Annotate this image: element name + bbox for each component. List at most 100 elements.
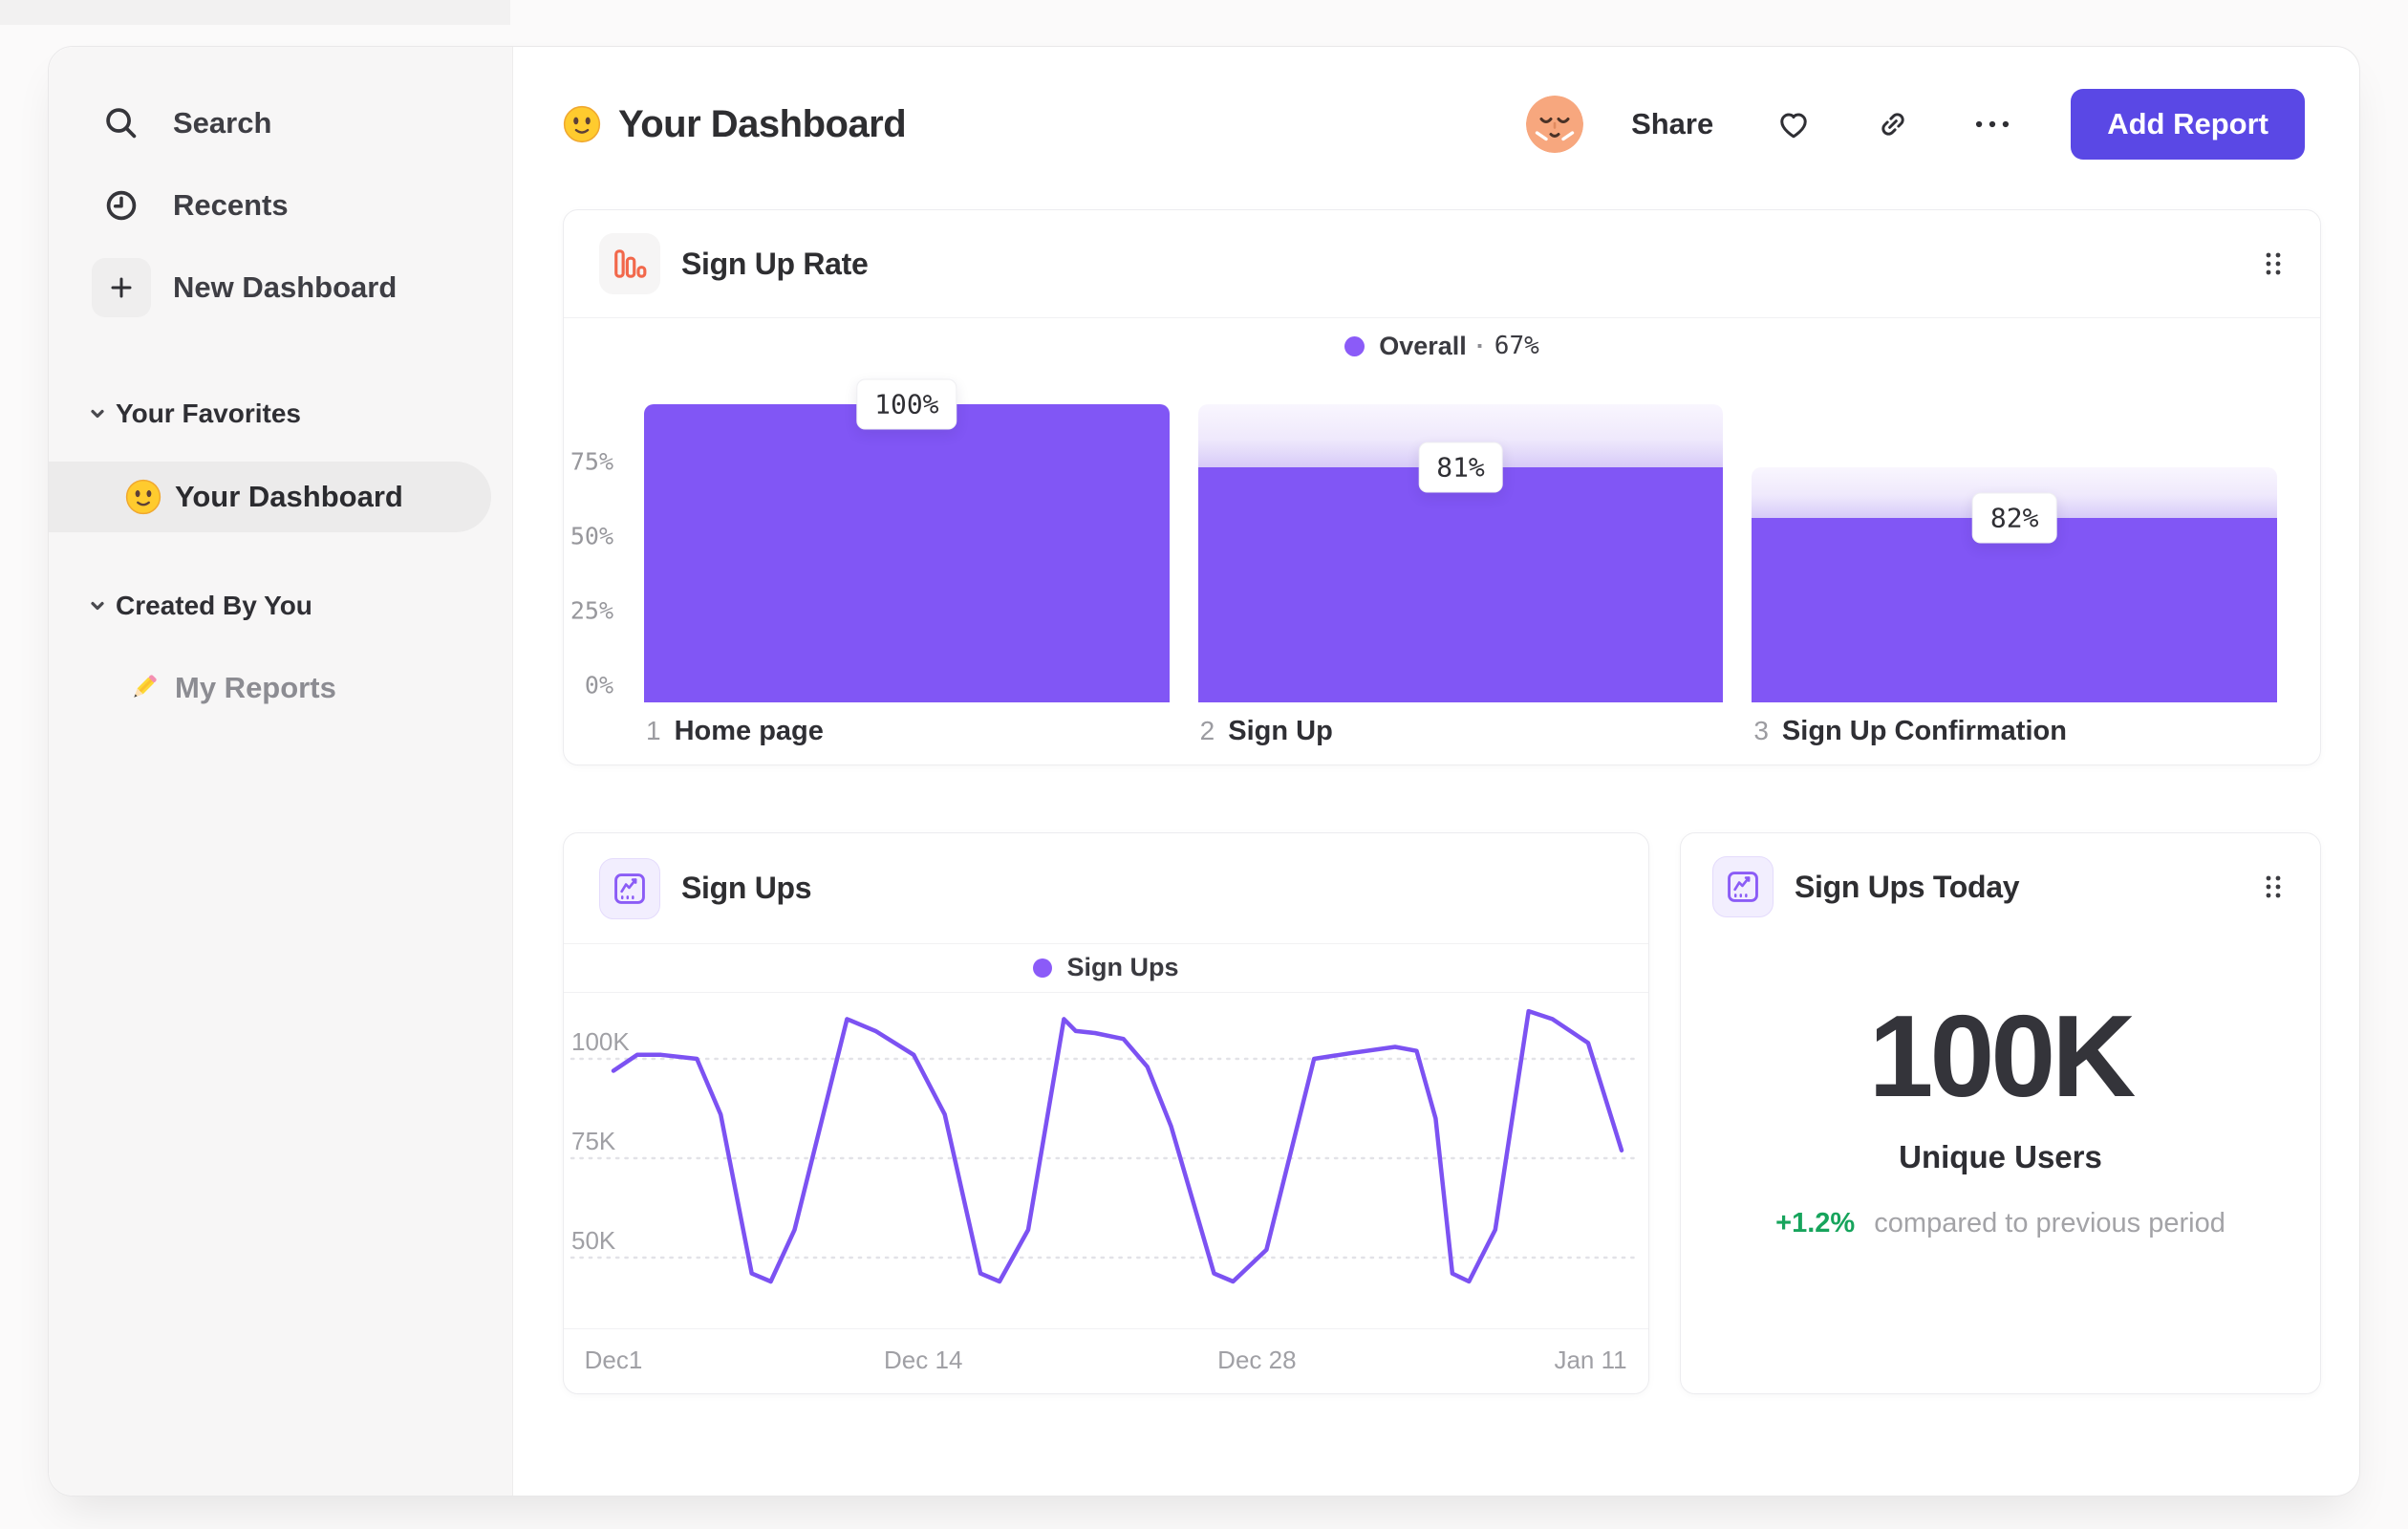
sidebar-item-my-reports[interactable]: My Reports (49, 661, 491, 715)
line-x-tick: Dec1 (584, 1346, 643, 1374)
funnel-y-axis: 75% 50% 25% 0% (564, 404, 636, 702)
funnel-step-label: 3 Sign Up Confirmation (1753, 716, 2067, 747)
legend-label: Sign Ups (1066, 953, 1179, 981)
sidebar-section-created-by-you[interactable]: Created By You (49, 587, 512, 625)
drag-handle-icon[interactable] (2261, 872, 2286, 901)
sidebar-section-title: Created By You (116, 591, 312, 620)
share-button[interactable]: Share (1631, 107, 1713, 141)
card-title: Sign Ups (681, 871, 812, 905)
card-header: Sign Up Rate (564, 210, 2320, 317)
conversion-badge: 81% (1418, 441, 1503, 493)
sidebar-item-search[interactable]: Search (49, 82, 512, 164)
heart-icon[interactable] (1774, 105, 1813, 143)
legend-dot-icon (1033, 958, 1053, 978)
line-x-tick: Dec 28 (1217, 1346, 1297, 1374)
funnel-step-bar[interactable]: 81% 2 Sign Up (1197, 404, 1724, 746)
funnel-step-bar[interactable]: 82% 3 Sign Up Confirmation (1752, 404, 2278, 746)
funnel-step-bar[interactable]: 100% 1 Home page (644, 378, 1170, 746)
divider (564, 317, 2320, 318)
conversion-badge: 82% (1971, 492, 2057, 544)
stat-delta-row: +1.2% compared to previous period (1681, 1208, 2320, 1239)
line-chart-icon (599, 857, 660, 919)
add-report-button[interactable]: Add Report (2071, 89, 2305, 160)
sidebar-section-title: Your Favorites (116, 398, 301, 428)
sidebar-section-your-favorites[interactable]: Your Favorites (49, 395, 512, 433)
step-name: Sign Up (1228, 716, 1333, 746)
page-title: Your Dashboard (618, 102, 907, 145)
card-header: Sign Ups (564, 833, 1648, 943)
funnel-step-label: 1 Home page (646, 716, 824, 747)
divider (564, 992, 1648, 993)
conversion-badge: 100% (856, 378, 957, 430)
line-x-tick: Jan 11 (1554, 1346, 1627, 1374)
drag-handle-icon[interactable] (2261, 249, 2286, 278)
card-title: Sign Ups Today (1795, 869, 2020, 904)
avatar[interactable] (1526, 96, 1584, 153)
search-icon (92, 94, 151, 153)
funnel-bar-fill (1197, 466, 1724, 702)
sign-ups-series-line (611, 1008, 1624, 1284)
smiley-emoji (125, 479, 161, 515)
background-window-edge (0, 0, 510, 25)
legend-label: Overall (1379, 331, 1467, 360)
line-y-tick: 100K (571, 1027, 630, 1056)
funnel-bar-fill (1752, 517, 2278, 702)
stat-value: 100K (1868, 991, 2137, 1121)
stat-delta: +1.2% (1775, 1208, 1856, 1238)
step-name: Sign Up Confirmation (1781, 716, 2067, 746)
line-legend[interactable]: Sign Ups (564, 943, 1648, 992)
funnel-y-tick: 50% (570, 522, 613, 550)
chevron-down-icon (83, 592, 112, 620)
ellipsis-icon[interactable] (1973, 105, 2011, 143)
sign-up-rate-card: Sign Up Rate Overall · 67% 75% 50% 25% 0% 1… (563, 209, 2321, 765)
step-index: 2 (1199, 716, 1215, 745)
app-window: Search Recents New Dashboard Your Favori… (48, 46, 2360, 1497)
plus-icon (92, 258, 151, 317)
header-actions: Share Add Report (1526, 89, 2305, 160)
funnel-y-tick: 75% (570, 447, 613, 476)
dashboard-header: Your Dashboard Share Add Report (563, 89, 2305, 160)
line-x-axis: Dec1 Dec 14 Dec 28 Jan 11 (564, 1346, 1648, 1378)
pencil-emoji (125, 670, 161, 706)
line-plot: 100K 75K 50K (564, 996, 1650, 1328)
funnel-y-tick: 25% (570, 596, 613, 625)
legend-dot-icon (1344, 335, 1365, 356)
sidebar: Search Recents New Dashboard Your Favori… (49, 47, 513, 1496)
funnel-legend[interactable]: Overall · 67% (564, 329, 2320, 363)
sidebar-item-your-dashboard[interactable]: Your Dashboard (49, 462, 491, 532)
step-index: 3 (1753, 716, 1769, 745)
stat-delta-note: compared to previous period (1874, 1208, 2225, 1238)
link-icon[interactable] (1874, 105, 1912, 143)
smiley-emoji (563, 105, 601, 143)
sidebar-item-label: Your Dashboard (175, 480, 403, 513)
stat-body: 100K Unique Users +1.2% compared to prev… (1681, 940, 2320, 1239)
funnel-bars: 100% 1 Home page 81% 2 Sign Up 82% 3 Sign Up Con… (644, 378, 2278, 746)
line-y-tick: 50K (571, 1226, 616, 1255)
funnel-plot: 75% 50% 25% 0% 100% 1 Home page 81% 2 Sign Up 82%… (564, 373, 2278, 764)
sidebar-item-recents[interactable]: Recents (49, 164, 512, 247)
sidebar-item-label: Search (173, 106, 272, 140)
clock-icon (92, 176, 151, 235)
card-header: Sign Ups Today (1681, 833, 2320, 940)
line-y-tick: 75K (571, 1127, 616, 1155)
sign-ups-line-chart: 100K 75K 50K (570, 1008, 1638, 1284)
sidebar-item-new-dashboard[interactable]: New Dashboard (49, 247, 512, 329)
line-x-tick: Dec 14 (884, 1346, 963, 1374)
funnel-y-tick: 0% (584, 671, 613, 700)
legend-separator: · (1475, 331, 1485, 360)
sign-ups-today-card: Sign Ups Today 100K Unique Users +1.2% c… (1680, 832, 2321, 1394)
chevron-down-icon (83, 399, 112, 428)
divider (564, 1328, 1648, 1329)
funnel-bar-fill (644, 404, 1170, 702)
sign-ups-card: Sign Ups Sign Ups 100K 75K 50K Dec1 Dec 14 D… (563, 832, 1649, 1394)
step-index: 1 (646, 716, 661, 745)
sidebar-item-label: New Dashboard (173, 270, 398, 304)
stat-metric-label: Unique Users (1899, 1139, 2102, 1174)
legend-value: 67% (1494, 332, 1539, 360)
step-name: Home page (674, 716, 824, 746)
bar-chart-icon (599, 233, 660, 294)
card-title: Sign Up Rate (681, 246, 869, 281)
funnel-step-label: 2 Sign Up (1200, 716, 1333, 747)
line-chart-icon (1712, 856, 1774, 917)
sidebar-item-label: My Reports (175, 671, 336, 704)
